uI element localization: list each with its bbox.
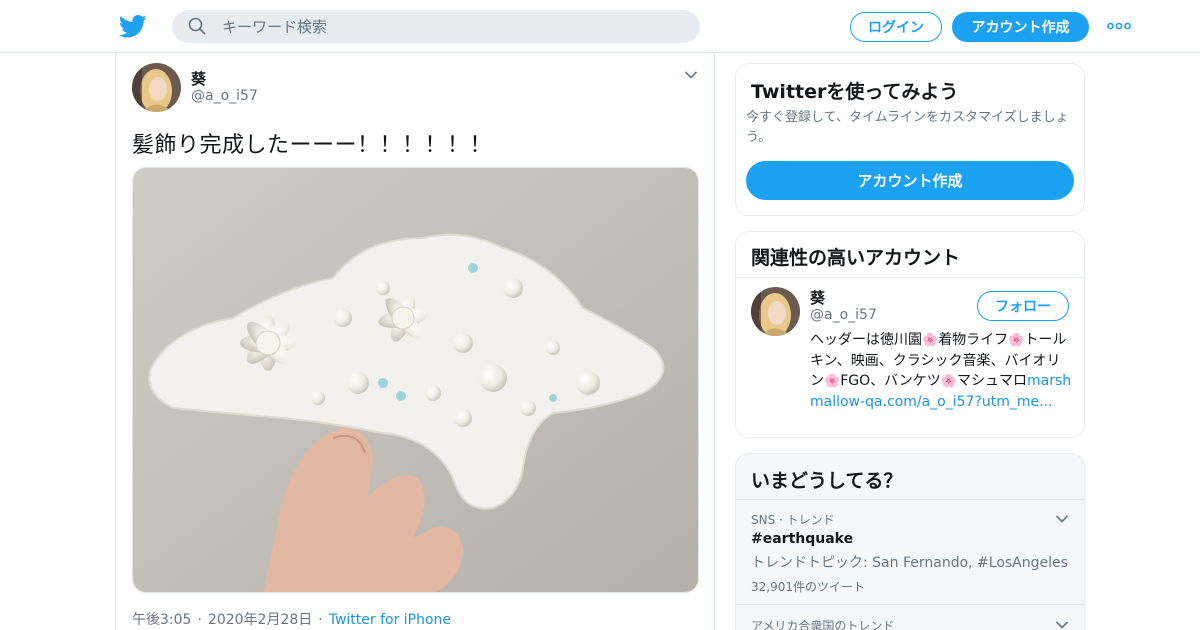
bio-text: FGO、バンケツ [840,373,941,389]
search-input[interactable] [222,10,682,43]
account-handle[interactable]: @a_o_i57 [810,307,877,323]
cherry-blossom-icon: 🌸 [922,333,939,348]
trend-category: アメリカ合衆国のトレンド [751,619,895,630]
cherry-blossom-icon: 🌸 [824,374,841,389]
trends-card: いまどうしてる？ SNS · トレンド #earthquake トレンドトピック… [735,453,1085,630]
search-icon [188,17,206,35]
related-accounts-card: 関連性の高いアカウント 葵 @a_o_i57 フォロー ヘッダーは徳川園🌸着物ラ… [735,231,1085,438]
cherry-blossom-icon: 🌸 [940,374,957,389]
signup-card-button[interactable]: アカウント作成 [746,161,1074,200]
tweet-author-name[interactable]: 葵 [191,68,206,89]
signup-card-description: 今すぐ登録して、タイムラインをカスタマイズしましょう。 [746,110,1069,145]
tweet-panel: 葵 @a_o_i57 髪飾り完成したーーー！！！！！！ 午後3:05 · 202… [115,53,715,630]
trend-name[interactable]: #earthquake [751,531,853,547]
bio-text: 着物ライフ [938,332,1009,348]
chevron-down-icon[interactable] [1055,620,1069,630]
avatar-photo [132,63,181,112]
tweet-text: 髪飾り完成したーーー！！！！！！ [132,133,493,158]
chevron-down-icon[interactable] [684,70,698,80]
signup-card: Twitterを使ってみよう 今すぐ登録して、タイムラインをカスタマイズしましょ… [735,63,1085,216]
cherry-blossom-icon: 🌸 [1008,333,1025,348]
divider [736,604,1084,605]
divider [736,499,1084,500]
account-name[interactable]: 葵 [810,287,825,308]
follow-button[interactable]: フォロー [977,291,1069,321]
divider [736,277,1084,278]
tweet-source-link[interactable]: Twitter for iPhone [329,612,451,628]
photo-beaded-hair-ornament [133,168,698,592]
tweet-photo[interactable] [132,167,699,593]
related-accounts-title: 関連性の高いアカウント [751,247,961,269]
login-button[interactable]: ログイン [850,12,942,42]
bio-text: ヘッダーは徳川園 [810,332,922,348]
chevron-down-icon[interactable] [1055,514,1069,524]
trend-category: SNS · トレンド [751,513,835,527]
tweet-date[interactable]: 2020年2月28日 [208,612,312,628]
meta-separator: · [318,612,323,628]
tweet-meta: 午後3:05 · 2020年2月28日 · Twitter for iPhone [132,609,451,629]
twitter-bird-icon[interactable] [119,12,147,40]
signup-card-title: Twitterを使ってみよう [751,81,959,103]
avatar[interactable] [132,63,181,112]
trends-title: いまどうしてる？ [751,470,903,492]
avatar-photo [751,287,800,336]
trend-tweet-count: 32,901件のツイート [751,580,865,594]
account-bio: ヘッダーは徳川園🌸着物ライフ🌸トールキン、映画、クラシック音楽、バイオリン🌸FG… [810,330,1072,412]
meta-separator: · [197,612,202,628]
more-dots-icon[interactable] [1107,22,1131,30]
trend-description: トレンドトピック: San Fernando, #LosAngeles [751,555,1068,571]
bio-text: マシュマロ [957,373,1027,389]
tweet-time[interactable]: 午後3:05 [132,612,191,628]
avatar[interactable] [751,287,800,336]
top-navigation-bar: ログイン アカウント作成 [0,0,1200,53]
tweet-author-handle[interactable]: @a_o_i57 [191,88,258,104]
signup-button[interactable]: アカウント作成 [952,12,1089,42]
